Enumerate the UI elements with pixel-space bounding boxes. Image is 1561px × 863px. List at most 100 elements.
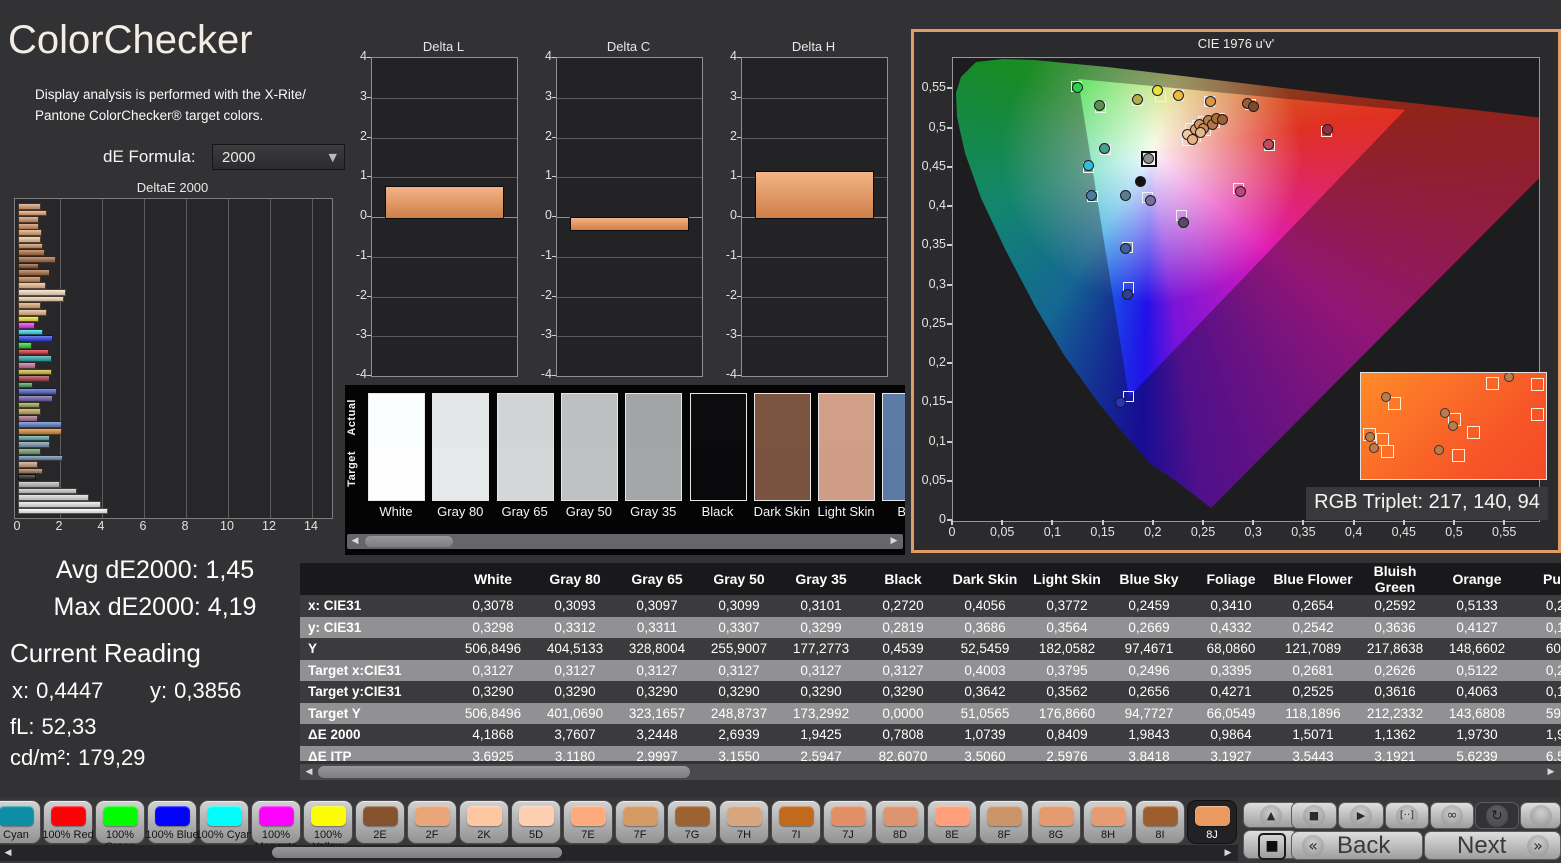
- gridline: [144, 199, 145, 518]
- patch-color-chip: [987, 806, 1022, 826]
- table-cell: 59,5: [1518, 702, 1561, 724]
- column-header: Blue Flower: [1272, 563, 1354, 595]
- swatch-target: [369, 447, 424, 500]
- axis-tick-label: 0: [730, 208, 737, 222]
- next-button[interactable]: Next »: [1424, 831, 1561, 860]
- table-cell: 0,2654: [1272, 595, 1354, 617]
- scroll-up-button[interactable]: ▲: [1243, 802, 1298, 828]
- toolbar-scrollbar-thumb[interactable]: [272, 847, 562, 858]
- scroll-right-icon[interactable]: ▶: [887, 534, 901, 549]
- de-formula-dropdown[interactable]: 2000 ▼: [212, 144, 345, 170]
- patch-button-100-blue[interactable]: 100% Blue: [145, 800, 199, 844]
- patch-button-7j[interactable]: 7J: [823, 800, 873, 844]
- patch-button-7f[interactable]: 7F: [615, 800, 665, 844]
- axis-tick-label: 0,1: [928, 433, 946, 448]
- back-button[interactable]: « Back: [1291, 831, 1423, 860]
- axis-tick-label: -4: [355, 367, 367, 381]
- axis-tick-label: 6: [139, 519, 147, 533]
- tick-mark: [947, 440, 952, 443]
- patch-button-label: 7I: [791, 829, 801, 841]
- max-value: 4,19: [207, 593, 257, 621]
- rgb-triplet-text: RGB Triplet: 217, 140, 94: [1314, 491, 1540, 513]
- patch-button-8f[interactable]: 8F: [979, 800, 1029, 844]
- row-label: Target x:CIE31: [300, 659, 452, 681]
- de-chart-title: DeltaE 2000: [136, 180, 209, 195]
- patch-button-100-green[interactable]: 100% Green: [95, 800, 145, 853]
- scroll-right-icon[interactable]: ▶: [1544, 765, 1558, 780]
- stop-button[interactable]: ■: [1291, 802, 1337, 829]
- patch-button-8i[interactable]: 8I: [1135, 800, 1185, 844]
- row-label: ΔE 2000: [300, 724, 452, 746]
- column-header: Blue Sky: [1108, 563, 1190, 595]
- patch-button-8j[interactable]: 8J: [1187, 800, 1237, 844]
- toolbar-scrollbar[interactable]: ◀ ▶: [0, 845, 1238, 861]
- table-cell: 68,0860: [1190, 638, 1272, 660]
- stop-icon: ■: [1303, 805, 1325, 827]
- patch-button-100-magenta[interactable]: 100% Magenta: [251, 800, 301, 853]
- measurement-table: White Gray 80 Gray 65 Gray 50 Gray 35 Black Da…: [300, 563, 1561, 761]
- table-cell: 0,2459: [1108, 595, 1190, 617]
- patch-button-8e[interactable]: 8E: [927, 800, 977, 844]
- axis-tick-label: 0,25: [1190, 525, 1216, 539]
- patch-button-100-cyan[interactable]: 100% Cyan: [196, 800, 252, 844]
- current-fl: fL: 52,33: [10, 714, 97, 739]
- tick-mark: [947, 479, 952, 482]
- table-cell: 0,2681: [1272, 659, 1354, 681]
- patch-button-2e[interactable]: 2E: [355, 800, 405, 844]
- patch-button-7g[interactable]: 7G: [667, 800, 717, 844]
- table-cell: 0,3097: [616, 595, 698, 617]
- step-button[interactable]: [··]: [1385, 802, 1429, 829]
- table-cell: 0,4539: [862, 638, 944, 660]
- cie-measured-point: [1098, 143, 1110, 155]
- patch-button-cyan[interactable]: Cyan: [0, 800, 41, 844]
- table-scrollbar[interactable]: ◀ ▶: [300, 764, 1561, 780]
- infinity-icon: ∞: [1441, 805, 1463, 827]
- refresh-button[interactable]: ↻: [1475, 802, 1519, 829]
- table-row: ΔE 2000 4,1868 3,7607 3,2448 2,6939 1,9425 0,7…: [300, 724, 1561, 746]
- table-cell: 248,8737: [698, 702, 780, 724]
- patch-button-8d[interactable]: 8D: [875, 800, 925, 844]
- blank-button[interactable]: [1520, 802, 1561, 829]
- table-cell: 0,4127: [1436, 616, 1518, 638]
- table-cell: 0,3127: [698, 659, 780, 681]
- patch-color-chip: [207, 806, 242, 826]
- patch-button-8h[interactable]: 8H: [1083, 800, 1133, 844]
- color-swatch: [368, 393, 425, 501]
- patch-button-2k[interactable]: 2K: [459, 800, 509, 844]
- cie-measured-point: [1204, 95, 1216, 107]
- swatch-actual: [819, 394, 875, 447]
- axis-tick-label: 0,35: [1291, 525, 1316, 539]
- scroll-left-icon[interactable]: ◀: [1, 846, 15, 861]
- scroll-right-icon[interactable]: ▶: [1221, 846, 1235, 861]
- patch-button-5d[interactable]: 5D: [511, 800, 561, 844]
- swatch-label: Dark Skin: [753, 504, 810, 519]
- axis-tick-label: -1: [725, 247, 737, 262]
- scroll-left-icon[interactable]: ◀: [302, 765, 316, 780]
- patch-button-100-yellow[interactable]: 100% Yellow: [303, 800, 353, 853]
- table-cell: 0,2819: [862, 616, 944, 638]
- scroll-left-icon[interactable]: ◀: [348, 534, 362, 549]
- patch-button-100-red[interactable]: 100% Red: [42, 800, 94, 844]
- table-scrollbar-thumb[interactable]: [318, 766, 690, 778]
- table-cell: 0,3290: [616, 681, 698, 703]
- current-y: y: 0,3856: [150, 678, 242, 703]
- patch-button-8g[interactable]: 8G: [1031, 800, 1081, 844]
- cie-measured-point: [1217, 113, 1229, 125]
- patch-button-7e[interactable]: 7E: [563, 800, 613, 844]
- patch-button-2f[interactable]: 2F: [407, 800, 457, 844]
- table-cell: 0,3127: [534, 659, 616, 681]
- swatch-scrollbar-thumb[interactable]: [365, 536, 453, 547]
- table-cell: 506,8496: [452, 702, 534, 724]
- loop-button[interactable]: ∞: [1430, 802, 1474, 829]
- color-swatch: [560, 393, 618, 501]
- table-cell: 3,8418: [1108, 745, 1190, 761]
- step-icon: [··]: [1396, 805, 1418, 827]
- inset-measured-point: [1504, 373, 1514, 383]
- patch-button-7h[interactable]: 7H: [719, 800, 769, 844]
- row-label: Target y:CIE31: [300, 681, 452, 703]
- play-button[interactable]: ▶: [1338, 802, 1384, 829]
- frame-stop-button[interactable]: ■: [1243, 830, 1298, 860]
- patch-button-7i[interactable]: 7I: [771, 800, 821, 844]
- axis-tick-label: 0: [939, 512, 946, 526]
- table-cell: 3,1180: [534, 745, 616, 761]
